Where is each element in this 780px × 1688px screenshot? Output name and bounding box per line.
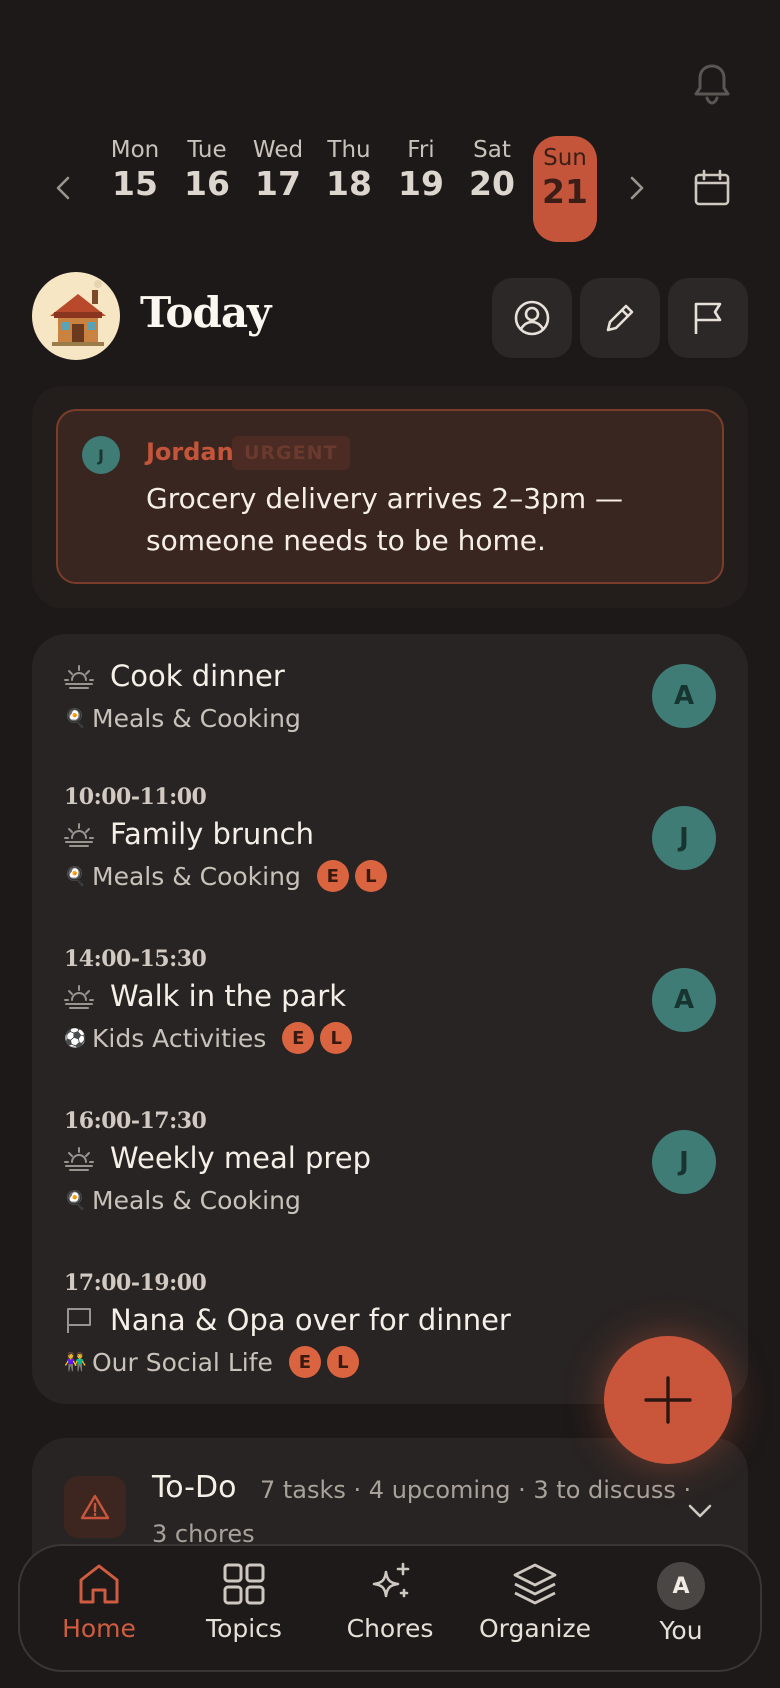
day-name: Mon [110,137,160,163]
tab-chores[interactable]: Chores [325,1560,455,1643]
plus-icon [644,1376,692,1424]
add-button[interactable] [604,1336,732,1464]
day-date: 17 [255,164,301,203]
week-strip: Mon 15 Tue 16 Wed 17 Thu 18 Fri 19 Sat 2… [0,130,780,246]
page-title: Today [140,288,271,337]
event-title: Cook dinner [110,659,285,693]
event-time: 10:00-11:00 [64,784,207,810]
todo-summary: 7 tasks · 4 upcoming · 3 to discuss · [260,1476,692,1504]
assignee-avatar[interactable]: J [652,1130,716,1194]
day-date: 16 [184,164,230,203]
avatar: A [657,1562,705,1610]
prev-week-chevron-icon[interactable] [48,170,78,206]
sunrise-icon [64,665,94,689]
todo-title: To-Do [152,1470,237,1505]
assignee-avatar[interactable]: J [652,806,716,870]
tab-organize[interactable]: Organize [470,1560,600,1643]
event-item[interactable]: 14:00-15:30 Walk in the park ⚽ Kids Acti… [64,946,714,1058]
day-name: Wed [252,137,304,163]
day-name: Sun [543,145,587,171]
flag-icon [694,302,722,334]
event-time: 16:00-17:30 [64,1108,207,1134]
event-title: Nana & Opa over for dinner [110,1303,511,1337]
event-item[interactable]: 16:00-17:30 Weekly meal prep 🍳 Meals & C… [64,1108,714,1220]
pencil-icon [606,304,634,332]
assignee-avatar[interactable]: A [652,664,716,728]
day-sat[interactable]: Sat 20 [457,136,527,204]
participant-chip: E [282,1022,315,1054]
household-avatar[interactable] [32,272,120,360]
assignee-avatar[interactable]: A [652,968,716,1032]
category-emoji: 🍳 [64,707,87,729]
day-date: 20 [469,164,515,203]
profile-button[interactable] [492,278,572,358]
event-time: 17:00-19:00 [64,1270,207,1296]
event-time: 14:00-15:30 [64,946,207,972]
flag-icon [67,1308,91,1333]
layers-icon [513,1563,557,1605]
event-category: Kids Activities [92,1023,267,1053]
home-icon [79,1564,119,1604]
event-title: Family brunch [110,817,314,851]
author-avatar: J [82,436,120,474]
urgent-badge: URGENT [232,436,350,470]
day-fri[interactable]: Fri 19 [386,136,456,204]
day-thu[interactable]: Thu 18 [314,136,384,204]
day-date: 15 [112,164,158,203]
flag-button[interactable] [668,278,748,358]
event-category: Meals & Cooking [92,861,301,891]
tab-label: You [659,1616,703,1645]
tab-topics[interactable]: Topics [179,1560,309,1643]
participant-chip: E [288,1346,321,1378]
event-category: Meals & Cooking [92,703,301,733]
calendar-icon[interactable] [692,168,732,208]
grid-icon [223,1563,265,1605]
category-emoji: 🍳 [64,865,87,887]
day-date: 19 [398,164,444,203]
tab-label: Topics [206,1614,282,1643]
category-emoji: 👫 [64,1351,87,1373]
day-name: Thu [327,137,371,163]
urgent-message-text: Grocery delivery arrives 2–3pm — someone… [146,482,623,557]
tab-label: Home [62,1614,136,1643]
tab-you[interactable]: A You [616,1560,746,1645]
day-date: 21 [542,172,588,211]
sparkle-icon [372,1562,410,1598]
day-name: Tue [187,137,227,163]
day-date: 18 [326,164,372,203]
day-sun-selected[interactable]: Sun 21 [533,136,597,242]
house-icon [50,280,106,346]
warning-icon [64,1476,126,1538]
event-item[interactable]: 10:00-11:00 Family brunch 🍳 Meals & Cook… [64,784,714,896]
participant-chip: L [320,1022,353,1054]
event-category: Meals & Cooking [92,1185,301,1215]
next-week-chevron-icon[interactable] [622,170,652,206]
event-category: Our Social Life [92,1347,273,1377]
day-mon[interactable]: Mon 15 [100,136,170,204]
sunrise-icon [64,1147,94,1171]
tab-label: Chores [346,1614,434,1643]
participant-chip: L [354,860,387,892]
day-name: Fri [407,137,435,163]
event-title: Walk in the park [110,979,347,1013]
user-circle-icon [514,300,550,336]
author-name: Jordan [146,438,234,466]
notifications-bell-icon[interactable] [690,60,734,108]
participant-chip: E [316,860,349,892]
day-wed[interactable]: Wed 17 [243,136,313,204]
category-emoji: 🍳 [64,1189,87,1211]
tab-home[interactable]: Home [34,1560,164,1643]
chevron-down-icon[interactable] [684,1494,716,1526]
day-tue[interactable]: Tue 16 [172,136,242,204]
event-title: Weekly meal prep [110,1141,371,1175]
day-name: Sat [473,137,511,163]
participant-chip: L [326,1346,359,1378]
edit-button[interactable] [580,278,660,358]
sunrise-icon [64,985,94,1009]
sunrise-icon [64,823,94,847]
tab-label: Organize [479,1614,591,1643]
category-emoji: ⚽ [64,1027,87,1049]
event-item[interactable]: Cook dinner 🍳 Meals & Cooking [64,656,714,738]
